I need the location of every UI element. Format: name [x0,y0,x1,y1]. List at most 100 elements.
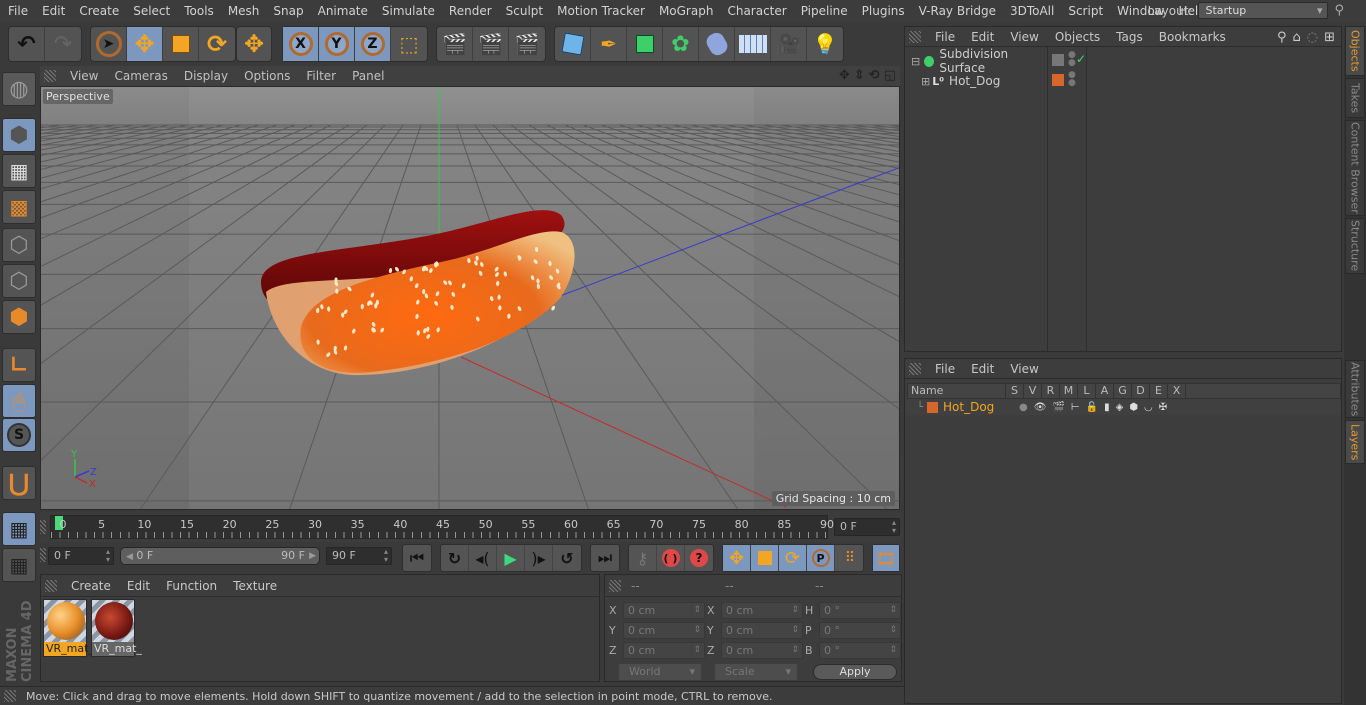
viewport-menu-display[interactable]: Display [176,69,236,83]
record-keys-button[interactable]: ( ) [657,545,685,571]
layer-row[interactable]: └ Hot_Dog ● 👁 🎬 ⊢ 🔓 ▮ ◈ ⬢ ◡ ✠ [907,399,1341,415]
current-frame-field[interactable]: 0 F ▴ ▾ [834,518,900,536]
material-menu-function[interactable]: Function [158,579,225,593]
menu-edit[interactable]: Edit [34,4,71,18]
deformer-icon[interactable]: ⬢ [1129,402,1138,413]
col-generators[interactable]: G [1114,384,1132,398]
menu-sculpt[interactable]: Sculpt [498,4,549,18]
expand-icon[interactable]: ⊞ [921,75,930,88]
workplane-align-button[interactable]: ▦ [2,548,36,582]
render-settings-button[interactable]: 🎬 [509,27,545,61]
pen-button[interactable]: ✒ [591,27,627,61]
key-position-button[interactable]: ✥ [723,545,751,571]
tab-takes[interactable]: Takes [1345,78,1365,118]
tweak-mode-button[interactable]: 🖱 [2,384,36,418]
maximize-view-icon[interactable]: ◱ [884,68,896,83]
viewport-menu-options[interactable]: Options [236,69,298,83]
rot-p-field[interactable]: 0 ° [819,621,901,639]
enabled-check-icon[interactable]: ✓ [1076,52,1086,66]
live-selection-button[interactable]: ➤ [91,27,127,61]
menu-animate[interactable]: Animate [310,4,374,18]
viewport-menu-view[interactable]: View [62,69,106,83]
coordinate-space-dropdown[interactable]: World [619,664,701,680]
material-menu-edit[interactable]: Edit [119,579,158,593]
view-eye-icon[interactable]: 👁 [1034,402,1047,413]
pos-z-field[interactable]: 0 cm [623,641,705,659]
cube-button[interactable] [555,27,591,61]
obj-menu-edit[interactable]: Edit [963,30,1002,44]
goto-start-button[interactable]: ⏮ [403,545,431,571]
rot-b-field[interactable]: 0 ° [819,641,901,659]
tab-layers[interactable]: Layers [1345,420,1365,464]
menu-script[interactable]: Script [1060,4,1109,18]
timeline-ruler[interactable]: 0 5 10 15 20 25 30 35 40 45 50 55 60 65 70 75 80 85 90 [50,515,834,539]
lock-icon[interactable]: 🔓 [1086,402,1098,413]
3d-viewport[interactable]: Y Z X Perspective Grid Spacing : 10 cm [40,86,900,510]
goto-end-button[interactable]: ⏭ [591,545,619,571]
rot-h-field[interactable]: 0 ° [819,601,901,619]
disable-toggle-icon[interactable] [1052,54,1064,66]
object-row-hotdog[interactable]: ⊞ L⁰ Hot_Dog [907,71,1049,91]
range-left-arrow[interactable]: ◀ [126,552,133,562]
cloner-button[interactable]: ✿ [663,27,699,61]
material-menu-texture[interactable]: Texture [225,579,285,593]
range-right-arrow[interactable]: ▶ [309,548,316,564]
menu-3dtoall[interactable]: 3DToAll [1002,4,1060,18]
viewport-menu-panel[interactable]: Panel [344,69,392,83]
timeline-window-button[interactable]: 🎞 [873,545,899,571]
move-tool-button[interactable]: ✥ [127,27,163,61]
pos-y-field[interactable]: 0 cm [623,621,705,639]
key-rotation-button[interactable]: ⟳ [779,545,807,571]
menu-create[interactable]: Create [71,4,125,18]
points-mode-button[interactable]: ⬡ [2,228,36,262]
grip-icon[interactable] [4,690,16,702]
apply-button[interactable]: Apply [813,664,897,680]
x-axis-button[interactable]: X [283,27,319,61]
generator-icon[interactable]: ◈ [1116,402,1124,413]
workplane-mode-button[interactable]: ▩ [2,190,36,224]
size-z-field[interactable]: 0 cm [721,641,803,659]
menu-pipeline[interactable]: Pipeline [793,4,854,18]
menu-file[interactable]: File [0,4,34,18]
render-clapper-icon[interactable]: 🎬 [1052,402,1064,413]
menu-mograph[interactable]: MoGraph [651,4,720,18]
deformer-button[interactable] [699,27,735,61]
col-locked[interactable]: L [1078,384,1096,398]
visibility-dots-icon[interactable]: ● ● [1068,51,1076,68]
col-deformers[interactable]: D [1132,384,1150,398]
object-row-subdivision[interactable]: ⊟ Subdivision Surface [907,47,1049,75]
menu-simulate[interactable]: Simulate [374,4,441,18]
obj-menu-view[interactable]: View [1002,30,1046,44]
transform-mode-dropdown[interactable]: Scale [715,664,797,680]
end-frame-field[interactable]: 90 F ▴ ▾ [326,547,392,565]
obj-menu-bookmarks[interactable]: Bookmarks [1151,30,1234,44]
grip-icon[interactable] [44,70,56,82]
search-icon[interactable]: ⚲ [1277,30,1287,45]
material-swatch[interactable]: VR_mat_ [43,599,94,657]
prev-frame-button[interactable]: ◂( [469,545,497,571]
viewport-menu-filter[interactable]: Filter [298,69,344,83]
grip-icon[interactable] [40,548,46,562]
pos-x-field[interactable]: 0 cm [623,601,705,619]
col-view[interactable]: V [1024,384,1042,398]
col-name[interactable]: Name [908,384,1006,398]
tab-structure[interactable]: Structure [1345,218,1365,274]
obj-menu-tags[interactable]: Tags [1108,30,1151,44]
z-axis-button[interactable]: Z [355,27,391,61]
material-swatch[interactable]: VR_mat_ [91,599,142,657]
y-axis-button[interactable]: Y [319,27,355,61]
grip-icon[interactable] [609,579,621,592]
pan-icon[interactable]: ✥ [839,68,850,83]
magnet-button[interactable]: ⋃ [2,466,36,500]
autokey-button[interactable]: ? [685,545,713,571]
col-xref[interactable]: X [1168,384,1186,398]
render-view-button[interactable]: 🎬 [437,27,473,61]
key-pla-button[interactable]: ⠿ [835,545,863,571]
dolly-icon[interactable]: ⇕ [854,68,865,83]
eye-icon[interactable]: ◌ [1307,30,1318,45]
redo-button[interactable]: ↷ [45,27,81,61]
edges-mode-button[interactable]: ⬡ [2,264,36,298]
frame-range-slider[interactable]: ◀ 0 F 90 F ▶ [120,547,320,565]
floor-button[interactable] [735,27,771,61]
menu-select[interactable]: Select [125,4,176,18]
